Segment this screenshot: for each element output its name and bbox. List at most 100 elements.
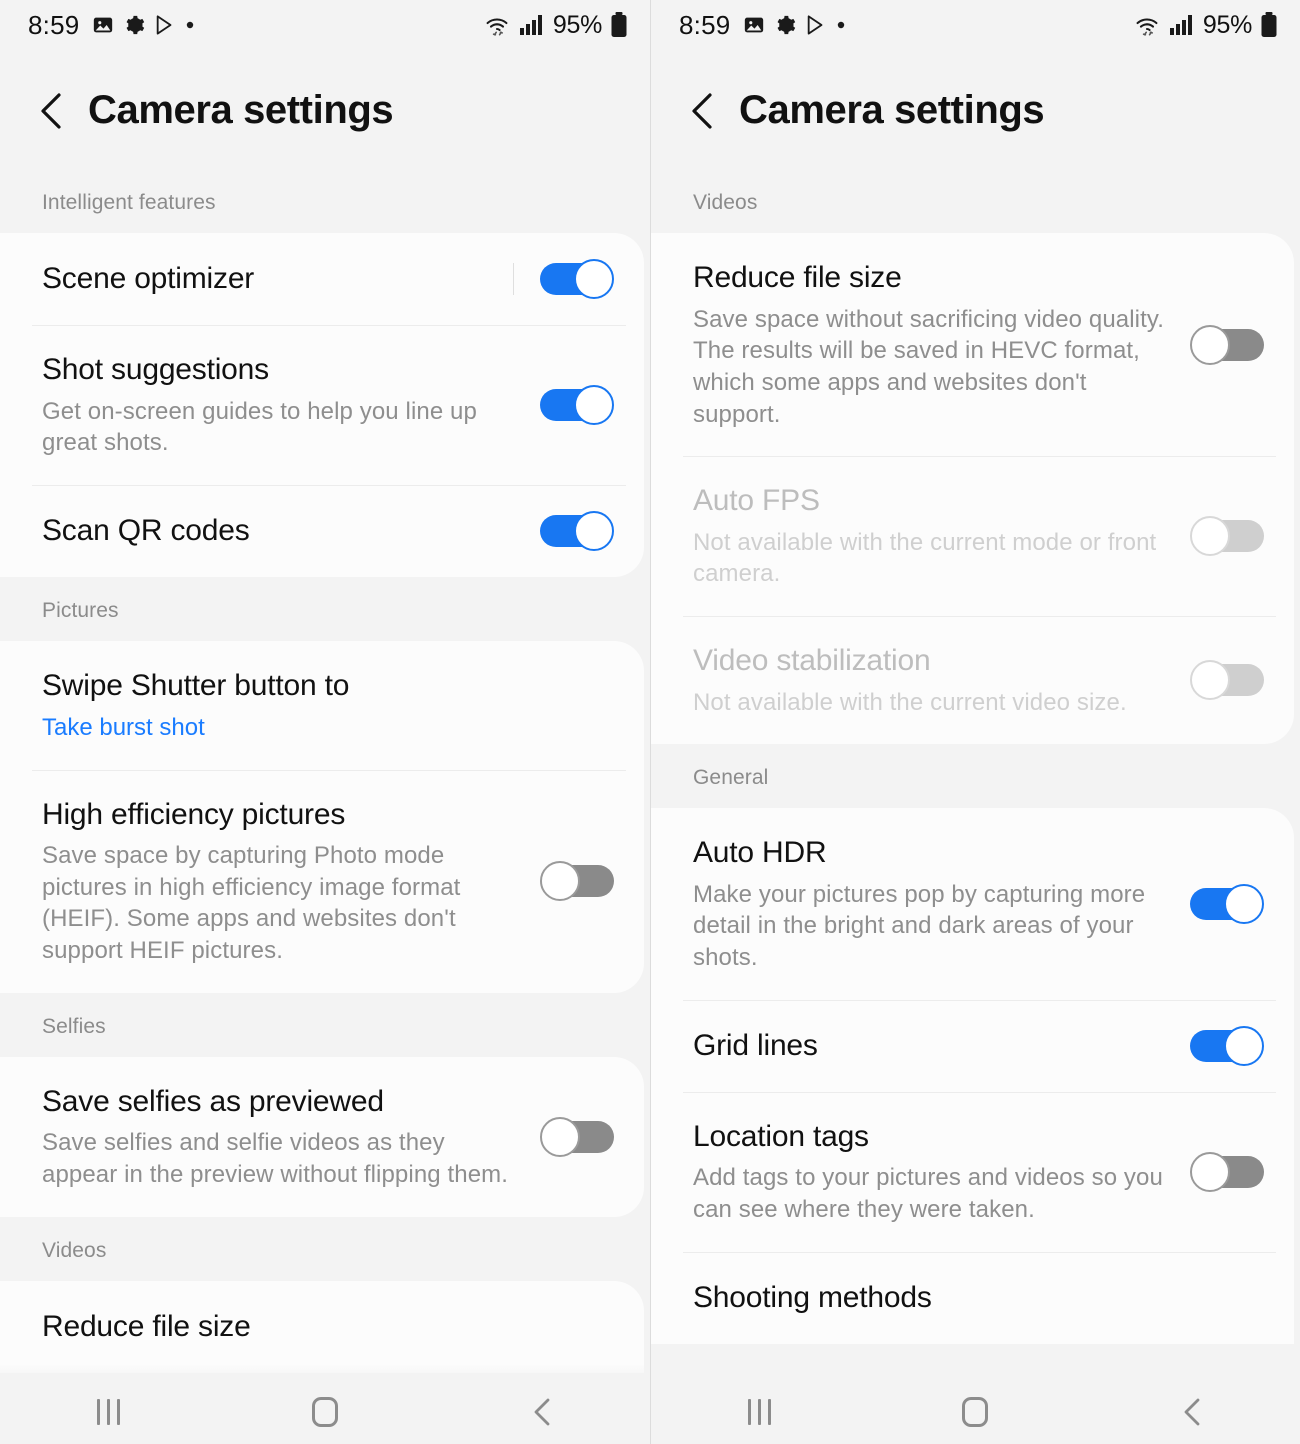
setting-title: Scene optimizer	[42, 262, 255, 296]
status-bar: 8:59 95%	[0, 0, 650, 50]
wifi-icon	[483, 13, 511, 37]
back-icon	[1181, 1397, 1203, 1427]
setting-row: Auto FPS Not available with the current m…	[651, 456, 1294, 616]
cellular-signal-icon	[1169, 14, 1195, 36]
section-label: Selfies	[42, 1014, 106, 1038]
setting-title: Grid lines	[693, 1028, 818, 1062]
setting-row[interactable]: Save selfies as previewed Save selfies an…	[0, 1057, 644, 1217]
setting-title: Shooting methods	[693, 1280, 932, 1314]
setting-row[interactable]: Auto HDR Make your pictures pop by captur…	[651, 808, 1294, 1000]
status-bar-clock: 8:59	[679, 9, 731, 40]
header: Camera settings	[0, 50, 650, 169]
play-store-icon	[805, 14, 827, 36]
settings-card: Swipe Shutter button to Take burst shot Hi…	[0, 640, 644, 993]
setting-title: Shot suggestions	[42, 353, 269, 386]
setting-description: Get on-screen guides to help you line up…	[42, 397, 477, 457]
section-label: Pictures	[42, 598, 119, 622]
toggle-switch-off	[1190, 516, 1264, 557]
setting-row-text: Location tags Add tags to your pictures a…	[693, 1118, 1190, 1226]
wifi-icon	[1133, 13, 1161, 37]
toggle-knob	[1190, 660, 1230, 701]
setting-row[interactable]: Scene optimizer	[0, 233, 644, 325]
right-phone-screen: 8:59 95% Camera settings Videos Reduce f…	[650, 0, 1300, 1444]
setting-row[interactable]: Scan QR codes	[0, 484, 644, 577]
toggle-switch-off[interactable]	[1190, 1151, 1264, 1192]
section-label: Intelligent features	[42, 191, 216, 214]
setting-title: Scan QR codes	[42, 514, 250, 548]
setting-row-text: Auto FPS Not available with the current m…	[693, 482, 1190, 590]
toggle-knob	[1190, 1151, 1230, 1192]
toggle-switch-off[interactable]	[1190, 324, 1264, 365]
toggle-switch-on[interactable]	[1190, 883, 1264, 924]
toggle-switch-on[interactable]	[1190, 1025, 1264, 1066]
setting-row-text: Grid lines	[693, 1027, 1190, 1065]
setting-row[interactable]: Reduce file size	[0, 1281, 644, 1373]
setting-title: Location tags	[693, 1119, 869, 1153]
back-chevron-icon[interactable]	[36, 90, 66, 132]
battery-percent-label: 95%	[552, 10, 602, 39]
setting-title: High efficiency pictures	[42, 797, 346, 831]
setting-row-text: Auto HDR Make your pictures pop by captur…	[693, 834, 1190, 974]
setting-row[interactable]: Shooting methods	[651, 1251, 1294, 1344]
toggle-switch-on[interactable]	[540, 510, 614, 551]
bottom-fade	[651, 1364, 1300, 1380]
setting-description: Not available with the current mode or f…	[693, 528, 1157, 588]
toggle-knob	[1224, 1025, 1264, 1066]
setting-row[interactable]: Reduce file size Save space without sacri…	[651, 233, 1294, 456]
setting-row[interactable]: Location tags Add tags to your pictures a…	[651, 1091, 1294, 1252]
setting-description: Not available with the current video siz…	[693, 688, 1127, 716]
status-bar-clock: 8:59	[28, 9, 80, 40]
setting-row-text: Save selfies as previewed Save selfies an…	[42, 1083, 540, 1191]
section-label: General	[693, 766, 769, 790]
toggle-switch-on[interactable]	[540, 384, 614, 425]
setting-row-text: Scan QR codes	[42, 512, 540, 550]
back-button[interactable]	[433, 1397, 650, 1427]
status-bar-right: 95%	[1133, 11, 1278, 40]
setting-row[interactable]: Grid lines	[651, 999, 1294, 1092]
recents-button[interactable]	[0, 1399, 217, 1425]
toggle-knob	[574, 510, 614, 551]
header: Camera settings	[651, 50, 1300, 169]
setting-row-text: Swipe Shutter button to Take burst shot	[42, 667, 614, 744]
settings-card: Auto HDR Make your pictures pop by captur…	[651, 808, 1294, 1344]
back-icon	[531, 1397, 553, 1427]
recents-button[interactable]	[651, 1399, 867, 1425]
settings-list-left[interactable]: Intelligent features Scene optimizer Shot …	[0, 169, 650, 1373]
status-bar-left: 8:59	[28, 10, 195, 41]
status-bar-right: 95%	[483, 11, 628, 40]
back-chevron-icon[interactable]	[687, 90, 717, 132]
setting-description: Save space by capturing Photo mode pictu…	[42, 842, 461, 965]
toggle-switch-off[interactable]	[540, 1116, 614, 1157]
cellular-signal-icon	[519, 14, 545, 36]
toggle-knob	[1224, 883, 1264, 924]
status-bar: 8:59 95%	[651, 0, 1300, 50]
settings-card: Save selfies as previewed Save selfies an…	[0, 1056, 644, 1217]
navigation-bar	[651, 1380, 1300, 1444]
home-icon	[312, 1397, 338, 1427]
back-button[interactable]	[1084, 1397, 1300, 1427]
settings-card: Reduce file size	[0, 1280, 644, 1373]
setting-title: Reduce file size	[693, 261, 902, 294]
setting-row-text: Reduce file size Save space without sacri…	[693, 259, 1190, 430]
recents-icon	[96, 1399, 120, 1425]
toggle-switch-off[interactable]	[540, 861, 614, 902]
toggle-knob	[574, 384, 614, 425]
toggle-switch-on[interactable]	[540, 259, 614, 299]
home-icon	[962, 1397, 989, 1427]
setting-row[interactable]: High efficiency pictures Save space by ca…	[0, 769, 644, 993]
setting-row[interactable]: Shot suggestions Get on-screen guides to …	[0, 325, 644, 485]
page-title: Camera settings	[88, 88, 394, 132]
setting-row-text: Shot suggestions Get on-screen guides to …	[42, 351, 540, 459]
home-button[interactable]	[867, 1397, 1083, 1427]
setting-title: Video stabilization	[693, 644, 931, 678]
setting-description: Save selfies and selfie videos as they a…	[42, 1129, 509, 1188]
dot-icon	[185, 20, 195, 30]
setting-row: Video stabilization Not available with th…	[651, 616, 1294, 744]
setting-title: Reduce file size	[42, 1309, 251, 1343]
setting-title: Swipe Shutter button to	[42, 668, 350, 702]
setting-row[interactable]: Swipe Shutter button to Take burst shot	[0, 641, 644, 770]
setting-title: Save selfies as previewed	[42, 1084, 384, 1118]
setting-selected-value[interactable]: Take burst shot	[42, 712, 588, 743]
settings-list-right[interactable]: Videos Reduce file size Save space without…	[651, 169, 1300, 1344]
home-button[interactable]	[217, 1397, 434, 1427]
